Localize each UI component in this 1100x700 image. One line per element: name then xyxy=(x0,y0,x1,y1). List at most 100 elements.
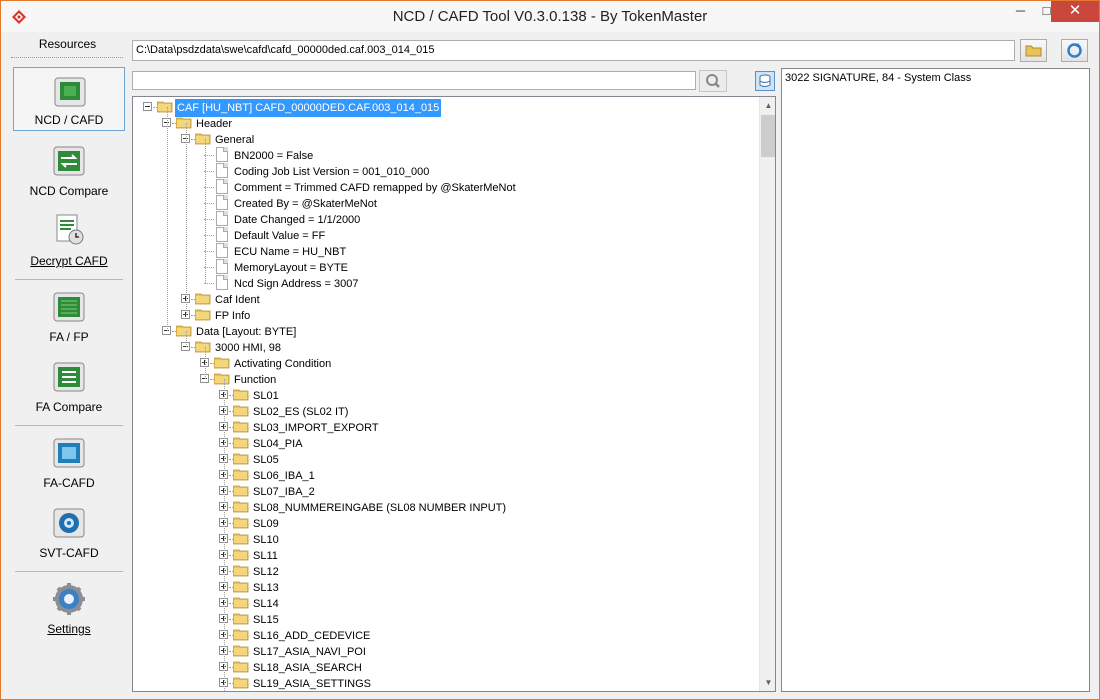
gear-icon xyxy=(53,583,85,615)
nav-ncd-cafd[interactable]: NCD / CAFD xyxy=(13,67,125,131)
folder-icon xyxy=(233,677,249,689)
fa-cafd-icon xyxy=(53,438,85,468)
reload-button[interactable] xyxy=(1061,39,1088,62)
folder-icon xyxy=(233,389,249,401)
tree-leaf-property[interactable]: Date Changed = 1/1/2000 xyxy=(133,211,753,227)
nav-label: NCD Compare xyxy=(29,184,109,198)
folder-icon xyxy=(233,549,249,561)
tree-node-function-item[interactable]: SL06_IBA_1 xyxy=(133,467,753,483)
tree-leaf-property[interactable]: Ncd Sign Address = 3007 xyxy=(133,275,753,291)
tree-node-function-item[interactable]: SL05 xyxy=(133,451,753,467)
scroll-up-arrow-icon[interactable]: ▲ xyxy=(760,97,775,114)
tree-node-function-item[interactable]: SL19_ASIA_SETTINGS xyxy=(133,675,753,691)
nav-decrypt-cafd[interactable]: Decrypt CAFD xyxy=(13,207,125,271)
window-title: NCD / CAFD Tool V0.3.0.138 - By TokenMas… xyxy=(392,8,708,25)
folder-icon xyxy=(233,421,249,433)
document-icon xyxy=(216,243,228,258)
folder-icon xyxy=(233,629,249,641)
tree-node-header[interactable]: Header xyxy=(133,115,753,131)
nav-fa-cafd[interactable]: FA-CAFD xyxy=(13,429,125,493)
search-icon xyxy=(706,74,720,88)
nav-svt-cafd[interactable]: SVT-CAFD xyxy=(13,499,125,563)
tree-node-fp-info[interactable]: FP Info xyxy=(133,307,753,323)
tree-guide-line xyxy=(167,107,168,331)
nav-settings[interactable]: Settings xyxy=(13,575,125,639)
tree-node-activating-condition[interactable]: Activating Condition xyxy=(133,355,753,371)
tree-node-general[interactable]: General xyxy=(133,131,753,147)
tree-node-function-item[interactable]: SL14 xyxy=(133,595,753,611)
tree-node-function-item[interactable]: SL12 xyxy=(133,563,753,579)
tree-leaf-property[interactable]: Created By = @SkaterMeNot xyxy=(133,195,753,211)
tree-node-function-item[interactable]: SL16_ADD_CEDEVICE xyxy=(133,627,753,643)
tree-node-function-item[interactable]: SL07_IBA_2 xyxy=(133,483,753,499)
tree-node-function-item[interactable]: SL10 xyxy=(133,531,753,547)
tree-node-data[interactable]: Data [Layout: BYTE] xyxy=(133,323,753,339)
tree-root[interactable]: CAF [HU_NBT] CAFD_00000DED.CAF.003_014_0… xyxy=(133,99,753,117)
fa-fp-icon xyxy=(53,292,85,322)
tree-node-function-item[interactable]: SL03_IMPORT_EXPORT xyxy=(133,419,753,435)
search-button[interactable] xyxy=(699,70,727,92)
folder-icon xyxy=(233,597,249,609)
tree-node-function-item[interactable]: SL11 xyxy=(133,547,753,563)
tree-node-hmi[interactable]: 3000 HMI, 98 xyxy=(133,339,753,355)
tree-node-function[interactable]: Function xyxy=(133,371,753,387)
tree-leaf-property[interactable]: Comment = Trimmed CAFD remapped by @Skat… xyxy=(133,179,753,195)
document-icon xyxy=(216,275,228,290)
divider xyxy=(15,425,123,426)
tree-node-function-item[interactable]: SL04_PIA xyxy=(133,435,753,451)
nav-label: NCD / CAFD xyxy=(34,113,104,127)
cafd-tree-view[interactable]: CAF [HU_NBT] CAFD_00000DED.CAF.003_014_0… xyxy=(132,96,776,692)
folder-icon xyxy=(233,485,249,497)
open-folder-button[interactable] xyxy=(1020,39,1047,62)
tree-leaf-property[interactable]: ECU Name = HU_NBT xyxy=(133,243,753,259)
tree-node-function-item[interactable]: SL15 xyxy=(133,611,753,627)
close-button[interactable]: ✕ xyxy=(1051,1,1099,22)
tree-leaf-property[interactable]: Default Value = FF xyxy=(133,227,753,243)
divider xyxy=(15,571,123,572)
folder-icon xyxy=(195,133,211,145)
folder-icon xyxy=(233,437,249,449)
tree-node-function-item[interactable]: SL17_ASIA_NAVI_POI xyxy=(133,643,753,659)
document-icon xyxy=(216,227,228,242)
database-icon xyxy=(759,74,771,87)
folder-icon xyxy=(233,405,249,417)
collapse-icon[interactable] xyxy=(143,102,152,111)
fa-compare-icon xyxy=(53,362,85,392)
tree-node-function-item[interactable]: SL18_ASIA_SEARCH xyxy=(133,659,753,675)
tree-node-function-item[interactable]: SL13 xyxy=(133,579,753,595)
scrollbar-thumb[interactable] xyxy=(761,115,775,157)
minimize-button[interactable]: ─ xyxy=(1007,1,1034,22)
detail-text: 3022 SIGNATURE, 84 - System Class xyxy=(785,72,972,84)
document-icon xyxy=(216,147,228,162)
scroll-down-arrow-icon[interactable]: ▼ xyxy=(760,674,775,691)
folder-icon xyxy=(233,469,249,481)
folder-icon xyxy=(195,293,211,305)
folder-icon xyxy=(214,373,230,385)
tree-node-function-item[interactable]: SL02_ES (SL02 IT) xyxy=(133,403,753,419)
document-icon xyxy=(216,195,228,210)
tree-node-function-item[interactable]: SL09 xyxy=(133,515,753,531)
database-button[interactable] xyxy=(755,71,775,91)
nav-ncd-compare[interactable]: NCD Compare xyxy=(13,137,125,201)
folder-icon xyxy=(233,517,249,529)
tree-guide-line xyxy=(186,331,187,347)
tree-leaf-property[interactable]: BN2000 = False xyxy=(133,147,753,163)
folder-icon xyxy=(233,645,249,657)
vertical-scrollbar[interactable]: ▲ ▼ xyxy=(759,97,775,691)
resources-sidebar: Resources NCD / CAFD NCD Compare Decrypt… xyxy=(7,33,128,697)
app-window: NCD / CAFD Tool V0.3.0.138 - By TokenMas… xyxy=(0,0,1100,700)
tree-node-function-item[interactable]: SL01 xyxy=(133,387,753,403)
title-bar[interactable]: NCD / CAFD Tool V0.3.0.138 - By TokenMas… xyxy=(1,1,1099,32)
tree-leaf-property[interactable]: MemoryLayout = BYTE xyxy=(133,259,753,275)
nav-label: FA-CAFD xyxy=(43,476,95,490)
search-input[interactable] xyxy=(132,71,696,90)
nav-fa-fp[interactable]: FA / FP xyxy=(13,283,125,347)
file-path-input[interactable]: C:\Data\psdzdata\swe\cafd\cafd_00000ded.… xyxy=(132,40,1015,61)
nav-fa-compare[interactable]: FA Compare xyxy=(13,353,125,417)
tree-leaf-property[interactable]: Coding Job List Version = 001_010_000 xyxy=(133,163,753,179)
tree-node-function-item[interactable]: SL08_NUMMEREINGABE (SL08 NUMBER INPUT) xyxy=(133,499,753,515)
tree-node-caf-ident[interactable]: Caf Ident xyxy=(133,291,753,307)
document-icon xyxy=(216,211,228,226)
detail-panel: 3022 SIGNATURE, 84 - System Class xyxy=(781,68,1090,692)
divider xyxy=(15,279,123,280)
